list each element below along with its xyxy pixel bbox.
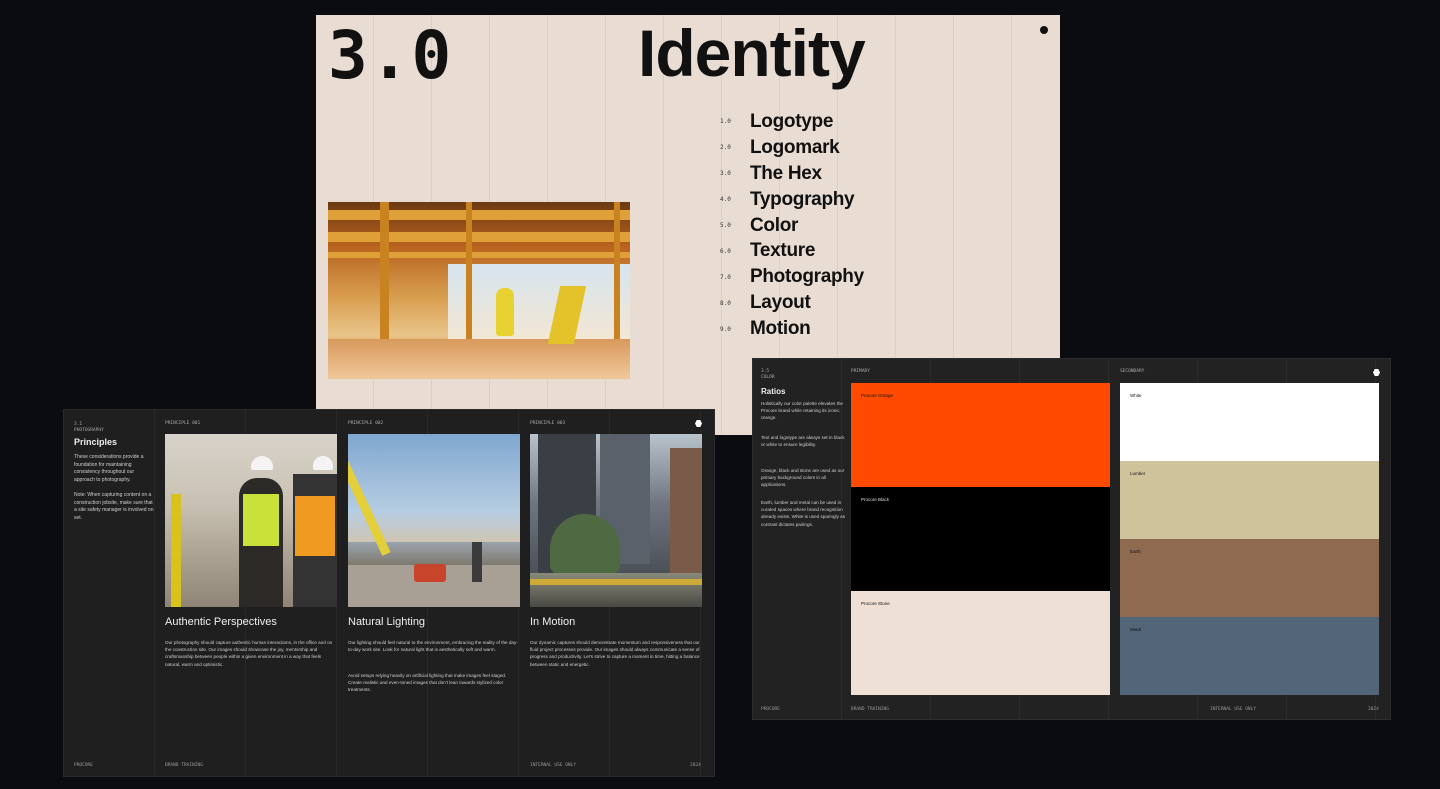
secondary-label: SECONDARY (1120, 369, 1145, 374)
principle-title: In Motion (530, 616, 576, 628)
swatch-label: Procore Black (861, 497, 890, 502)
photography-slide: 3.1 PHOTOGRAPHY Principles These conside… (63, 409, 715, 777)
footer-training: BRAND TRAINING (165, 763, 203, 768)
toc-item-layout[interactable]: 8.0 Layout (720, 290, 864, 316)
color-paragraph: Orange, black and stone are used as our … (761, 468, 845, 488)
toc-label: Logomark (750, 136, 840, 158)
footer-year: 2024 (690, 763, 701, 768)
principle-title: Authentic Perspectives (165, 616, 277, 628)
intro-text: These considerations provide a foundatio… (74, 454, 144, 483)
primary-label: PRIMARY (851, 369, 870, 374)
footer-year: 2024 (1368, 707, 1379, 712)
swatch-label: Earth (1130, 549, 1141, 554)
note-text: Note: When capturing content on a constr… (74, 492, 154, 521)
footer-training: BRAND TRAINING (851, 707, 889, 712)
section-title: Identity (638, 16, 866, 90)
toc-number: 3.0 (720, 170, 731, 178)
principle-title: Natural Lighting (348, 616, 426, 628)
toc-label: Motion (750, 318, 811, 340)
principle-body: Our photography should capture authentic… (165, 640, 333, 667)
swatch-metal: Metal (1120, 617, 1379, 695)
section-number: 3.1 PHOTOGRAPHY (74, 422, 104, 433)
swatch-procore-orange: Procore Orange (851, 383, 1110, 487)
toc-item-texture[interactable]: 6.0 Texture (720, 238, 864, 264)
toc-item-typography[interactable]: 4.0 Typography (720, 187, 864, 213)
office-workers-photo (165, 434, 337, 607)
toc-item-logomark[interactable]: 2.0 Logomark (720, 135, 864, 161)
toc-item-color[interactable]: 5.0 Color (720, 213, 864, 239)
color-slide: 3.5 COLOR Ratios Holistically our color … (752, 358, 1391, 720)
principle-label: PRINCIPLE 002 (348, 421, 384, 426)
toc-number: 5.0 (720, 222, 731, 229)
swatch-label: Procore Stone (861, 601, 890, 606)
section-number: 3.0 (328, 17, 454, 94)
footer-brand: PROCORE (74, 763, 93, 768)
hex-icon (695, 420, 702, 427)
toc-label: The Hex (750, 162, 822, 184)
swatch-procore-black: Procore Black (851, 487, 1110, 591)
toc-number: 8.0 (720, 299, 731, 307)
footer-internal: INTERNAL USE ONLY (1210, 707, 1257, 712)
section-heading: Principles (74, 437, 118, 447)
swatch-label: Lumber (1130, 471, 1146, 476)
table-of-contents: 1.0 Logotype 2.0 Logomark 3.0 The Hex 4.… (720, 109, 864, 342)
toc-number: 1.0 (720, 118, 731, 126)
section-heading: Ratios (761, 387, 786, 396)
dot-icon (1040, 26, 1048, 34)
construction-site-photo (328, 202, 630, 379)
toc-number: 2.0 (720, 144, 731, 152)
toc-number: 7.0 (720, 273, 731, 281)
toc-label: Layout (750, 292, 811, 314)
swatch-white: White (1120, 383, 1379, 461)
footer-internal: INTERNAL USE ONLY (530, 763, 577, 768)
toc-label: Typography (750, 188, 855, 210)
toc-item-logotype[interactable]: 1.0 Logotype (720, 109, 864, 135)
toc-item-photography[interactable]: 7.0 Photography (720, 264, 864, 290)
color-paragraph: Holistically our color palette elevates … (761, 401, 843, 421)
principle-body: Our dynamic captures should demonstrate … (530, 640, 700, 667)
swatch-label: Procore Orange (861, 393, 894, 398)
city-street-photo (530, 434, 702, 607)
toc-label: Photography (750, 266, 864, 288)
swatch-label: Metal (1130, 627, 1142, 632)
toc-item-motion[interactable]: 9.0 Motion (720, 316, 864, 342)
swatch-lumber: Lumber (1120, 461, 1379, 539)
toc-number: 6.0 (720, 247, 731, 255)
toc-label: Texture (750, 240, 816, 262)
swatch-earth: Earth (1120, 539, 1379, 617)
toc-item-hex[interactable]: 3.0 The Hex (720, 161, 864, 187)
color-paragraph: Text and logotype are always set in blac… (761, 435, 845, 448)
principle-label: PRINCIPLE 001 (165, 421, 201, 426)
swatch-label: White (1130, 393, 1142, 398)
toc-label: Logotype (750, 110, 834, 132)
section-number: 3.5 COLOR (761, 369, 775, 380)
crane-site-photo (348, 434, 520, 607)
swatch-procore-stone: Procore Stone (851, 591, 1110, 695)
principle-label: PRINCIPLE 003 (530, 421, 566, 426)
toc-label: Color (750, 214, 799, 236)
hex-icon (1373, 369, 1380, 376)
toc-number: 4.0 (720, 196, 731, 204)
principle-body-secondary: Avoid setups relying heavily on artifici… (348, 673, 507, 693)
principle-body: Our lighting should feel natural to the … (348, 640, 518, 653)
toc-number: 9.0 (720, 325, 731, 333)
footer-brand: PROCORE (761, 707, 780, 712)
color-paragraph: Earth, lumber and metal can be used in c… (761, 500, 845, 527)
